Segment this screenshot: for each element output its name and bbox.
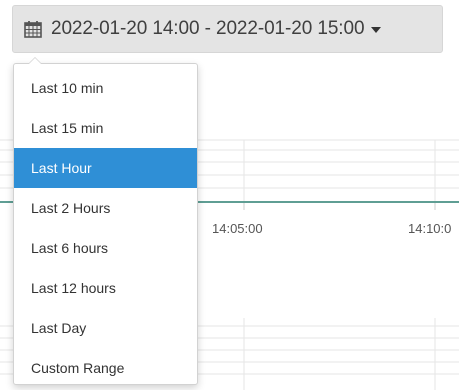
date-range-label: 2022-01-20 14:00 - 2022-01-20 15:00 (51, 18, 365, 39)
menu-item-last-6-hours[interactable]: Last 6 hours (14, 228, 197, 268)
menu-item-custom-range[interactable]: Custom Range (14, 348, 197, 388)
range-preset-dropdown: Last 10 min Last 15 min Last Hour Last 2… (13, 57, 198, 388)
calendar-icon (24, 21, 42, 38)
menu-item-last-12-hours[interactable]: Last 12 hours (14, 268, 197, 308)
menu-item-last-hour[interactable]: Last Hour (14, 148, 197, 188)
x-tick-label: 14:10:0 (408, 221, 451, 236)
menu-item-last-day[interactable]: Last Day (14, 308, 197, 348)
caret-down-icon (371, 27, 382, 33)
menu-item-last-2-hours[interactable]: Last 2 Hours (14, 188, 197, 228)
date-range-picker-button[interactable]: 2022-01-20 14:00 - 2022-01-20 15:00 (12, 5, 443, 53)
menu-item-last-15-min[interactable]: Last 15 min (14, 108, 197, 148)
menu-item-last-10-min[interactable]: Last 10 min (14, 68, 197, 108)
x-tick-label: 14:05:00 (212, 221, 263, 236)
